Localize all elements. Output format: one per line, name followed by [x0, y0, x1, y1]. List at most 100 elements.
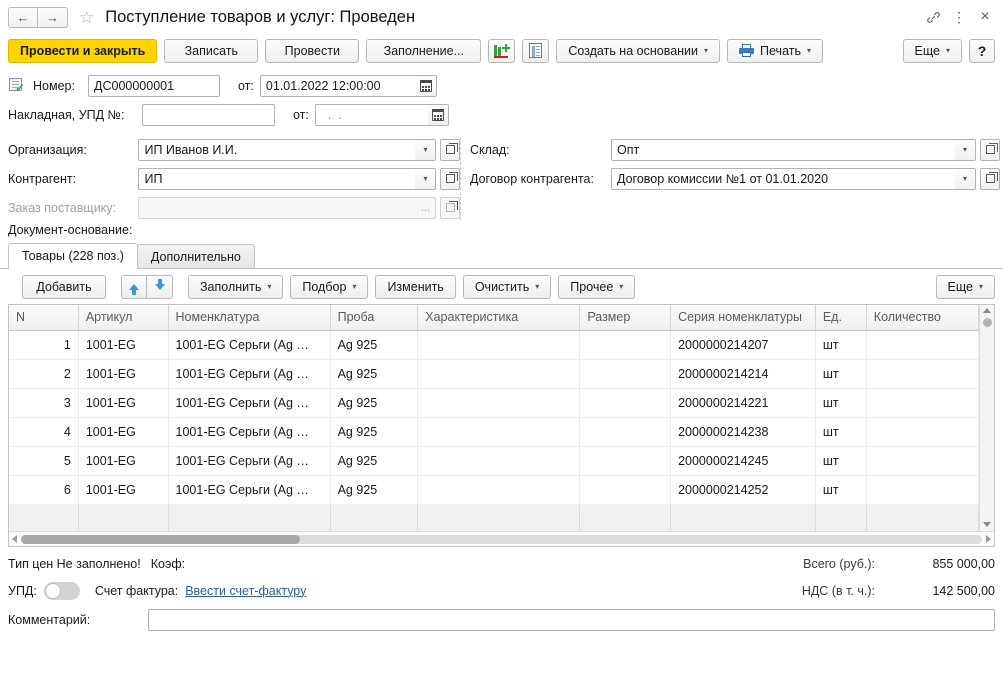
cell-n[interactable]: 3 [9, 388, 79, 418]
cell-proba[interactable]: Ag 925 [330, 359, 419, 389]
more-menu-icon[interactable]: ⋮ [947, 5, 971, 29]
cell-n[interactable]: 5 [9, 446, 79, 476]
cell-nomenclature[interactable]: 1001-EG Серьги (Ag … [168, 475, 331, 505]
close-icon[interactable]: × [973, 5, 997, 29]
supplier-order-select-button[interactable]: ... [415, 196, 437, 219]
cell-article[interactable]: 1001-EG [78, 388, 169, 418]
cell-n[interactable]: 2 [9, 359, 79, 389]
cell-unit[interactable]: шт [815, 475, 867, 505]
cell-unit[interactable]: шт [815, 330, 867, 360]
table-row[interactable]: 5 1001-EG 1001-EG Серьги (Ag … Ag 925 20… [9, 446, 979, 476]
move-row-up-button[interactable] [121, 275, 147, 299]
cell-size[interactable] [579, 417, 672, 447]
cell-quantity[interactable] [866, 330, 979, 360]
cell-characteristic[interactable] [417, 446, 581, 476]
upd-toggle[interactable] [43, 581, 80, 600]
supplier-order-open-button[interactable] [440, 196, 460, 219]
contract-open-button[interactable] [980, 167, 1000, 190]
warehouse-input[interactable] [611, 138, 955, 161]
cell-article[interactable]: 1001-EG [78, 475, 169, 505]
counterparty-open-button[interactable] [440, 167, 460, 190]
create-on-basis-button[interactable]: Создать на основании ▾ [556, 38, 721, 63]
column-header-quantity[interactable]: Количество [866, 305, 979, 331]
import-button[interactable] [488, 38, 516, 63]
date-input[interactable] [259, 74, 416, 97]
cell-article[interactable]: 1001-EG [78, 446, 169, 476]
cell-quantity[interactable] [866, 388, 979, 418]
column-header-nomenclature[interactable]: Номенклатура [168, 305, 331, 331]
cell-size[interactable] [579, 475, 672, 505]
supplier-order-input[interactable] [138, 196, 416, 219]
column-header-unit[interactable]: Ед. [815, 305, 867, 331]
cell-n[interactable]: 1 [9, 330, 79, 360]
comment-input[interactable] [148, 608, 995, 631]
cell-series[interactable]: 2000000214207 [670, 330, 816, 360]
cell-size[interactable] [579, 330, 672, 360]
number-input[interactable] [88, 74, 220, 97]
clear-button[interactable]: Очистить ▾ [462, 275, 552, 299]
table-row[interactable]: 6 1001-EG 1001-EG Серьги (Ag … Ag 925 20… [9, 475, 979, 505]
cell-nomenclature[interactable]: 1001-EG Серьги (Ag … [168, 417, 331, 447]
table-row[interactable]: 2 1001-EG 1001-EG Серьги (Ag … Ag 925 20… [9, 359, 979, 389]
back-button[interactable]: ← [8, 6, 38, 28]
cell-proba[interactable]: Ag 925 [330, 330, 419, 360]
cell-series[interactable]: 2000000214221 [670, 388, 816, 418]
vertical-scroll-thumb[interactable] [982, 318, 992, 327]
tab-goods[interactable]: Товары (228 поз.) [8, 243, 138, 269]
counterparty-input[interactable] [138, 167, 416, 190]
cell-quantity[interactable] [866, 475, 979, 505]
cell-article[interactable]: 1001-EG [78, 417, 169, 447]
change-button[interactable]: Изменить [375, 275, 456, 299]
cell-n[interactable]: 4 [9, 417, 79, 447]
write-button[interactable]: Записать [164, 38, 259, 63]
tab-additional[interactable]: Дополнительно [136, 244, 255, 268]
scroll-up-arrow-icon[interactable] [983, 308, 991, 313]
horizontal-scroll-thumb[interactable] [21, 534, 300, 544]
cell-characteristic[interactable] [417, 359, 581, 389]
cell-n[interactable]: 6 [9, 475, 79, 505]
cell-nomenclature[interactable]: 1001-EG Серьги (Ag … [168, 359, 331, 389]
cell-quantity[interactable] [866, 417, 979, 447]
favorite-star-icon[interactable]: ☆ [79, 9, 94, 26]
scroll-right-arrow-icon[interactable] [986, 535, 991, 543]
cell-characteristic[interactable] [417, 388, 581, 418]
cell-nomenclature[interactable]: 1001-EG Серьги (Ag … [168, 446, 331, 476]
column-header-characteristic[interactable]: Характеристика [417, 305, 581, 331]
cell-characteristic[interactable] [417, 417, 581, 447]
add-row-button[interactable]: Добавить [22, 275, 106, 299]
invoice-number-input[interactable] [142, 103, 275, 126]
cell-proba[interactable]: Ag 925 [330, 475, 419, 505]
cell-nomenclature[interactable]: 1001-EG Серьги (Ag … [168, 330, 331, 360]
cell-unit[interactable]: шт [815, 388, 867, 418]
column-header-article[interactable]: Артикул [78, 305, 169, 331]
forward-button[interactable]: → [38, 6, 68, 28]
move-row-down-button[interactable] [147, 275, 173, 299]
more-button[interactable]: Еще ▾ [902, 38, 962, 63]
fill-button[interactable]: Заполнение... [366, 38, 482, 63]
cell-size[interactable] [579, 359, 672, 389]
contract-dropdown-button[interactable]: ▾ [955, 167, 976, 190]
cell-characteristic[interactable] [417, 330, 581, 360]
contract-input[interactable] [611, 167, 955, 190]
column-header-proba[interactable]: Проба [330, 305, 419, 331]
organization-open-button[interactable] [440, 138, 460, 161]
help-button[interactable]: ? [969, 38, 995, 63]
scroll-left-arrow-icon[interactable] [12, 535, 17, 543]
cell-series[interactable]: 2000000214214 [670, 359, 816, 389]
fill-table-button[interactable]: Заполнить ▾ [188, 275, 284, 299]
invoice-date-picker-button[interactable] [427, 103, 449, 126]
cell-unit[interactable]: шт [815, 359, 867, 389]
column-header-series[interactable]: Серия номенклатуры [670, 305, 816, 331]
link-icon[interactable] [921, 5, 945, 29]
cell-proba[interactable]: Ag 925 [330, 417, 419, 447]
scroll-down-arrow-icon[interactable] [983, 522, 991, 527]
cell-nomenclature[interactable]: 1001-EG Серьги (Ag … [168, 388, 331, 418]
cell-unit[interactable]: шт [815, 446, 867, 476]
table-row[interactable]: 1 1001-EG 1001-EG Серьги (Ag … Ag 925 20… [9, 330, 979, 360]
cell-size[interactable] [579, 388, 672, 418]
other-button[interactable]: Прочее ▾ [558, 275, 636, 299]
cell-proba[interactable]: Ag 925 [330, 388, 419, 418]
cell-unit[interactable]: шт [815, 417, 867, 447]
enter-invoice-link[interactable]: Ввести счет-фактуру [185, 584, 306, 598]
register-report-button[interactable] [522, 38, 550, 63]
